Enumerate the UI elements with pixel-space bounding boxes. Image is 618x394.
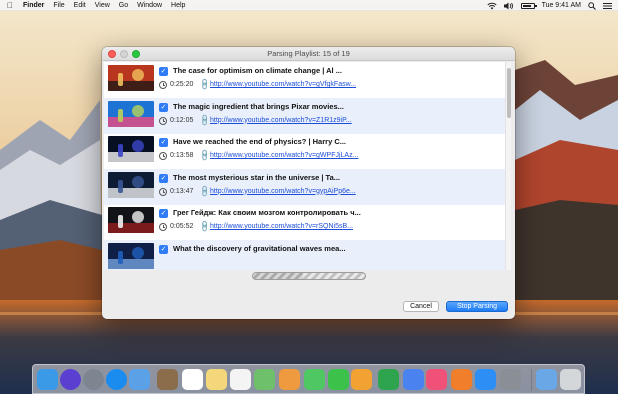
video-duration: 0:25:20 [170,81,194,88]
parsing-playlist-window: Parsing Playlist: 15 of 19 ✓ The case fo… [102,47,515,319]
cancel-button[interactable]: Cancel [403,301,439,312]
playlist-list[interactable]: ✓ The case for optimism on climate chang… [104,62,511,270]
video-url-link[interactable]: http://www.youtube.com/watch?v=gVfgkFasw… [210,81,356,88]
mail-icon[interactable] [129,369,150,390]
zoom-button[interactable] [132,50,140,58]
battery-icon[interactable] [520,2,537,9]
clock-icon [159,152,167,160]
clock-icon [159,116,167,125]
notes-pad-icon[interactable] [206,369,227,390]
include-checkbox[interactable]: ✓ [159,244,168,254]
playlist-row[interactable]: ✓ Have we reached the end of physics? | … [104,133,511,169]
video-title: The most mysterious star in the universe… [173,172,341,182]
playlist-row[interactable]: ✓ Грег Гейдж: Как своим мозгом контролир… [104,204,511,240]
music-icon[interactable] [426,369,447,390]
include-checkbox[interactable]: ✓ [159,67,168,76]
reminders-icon[interactable] [230,369,251,390]
menu-file[interactable]: File [53,0,64,11]
video-title: What the discovery of gravitational wave… [173,243,346,253]
app-store-icon[interactable] [475,369,496,390]
video-duration: 0:12:05 [170,116,194,124]
video-duration: 0:13:47 [170,187,194,195]
scrollbar-thumb[interactable] [507,68,511,118]
video-thumbnail [108,207,154,233]
volume-icon[interactable] [503,2,514,10]
menu-go[interactable]: Go [119,0,128,11]
calendar-icon[interactable] [182,369,203,390]
wifi-icon[interactable] [487,2,497,10]
playlist-row[interactable]: ✓ The magic ingredient that brings Pixar… [104,97,511,134]
video-thumbnail [108,242,154,269]
books-icon[interactable] [451,369,472,390]
video-thumbnail [108,65,154,91]
maps-icon[interactable] [254,369,275,390]
menu-bar-status: Tue 9:41 AM [480,0,612,11]
video-url-link[interactable]: http://www.youtube.com/watch?v=gWPFJjLAz… [210,152,358,159]
finder-icon[interactable] [37,369,58,390]
facetime-icon[interactable] [328,369,349,390]
video-thumbnail [108,136,154,162]
safari-icon[interactable] [106,369,127,390]
siri-icon[interactable] [60,369,81,390]
launchpad-icon[interactable] [83,369,104,390]
stop-parsing-button[interactable]: Stop Parsing [446,301,508,312]
include-checkbox[interactable]: ✓ [159,102,168,112]
video-title: Have we reached the end of physics? | Ha… [173,137,346,146]
photos-icon[interactable] [279,369,300,390]
apple-icon[interactable]:  [7,0,17,11]
menu-window[interactable]: Window [137,0,162,11]
parsing-progress-bar [252,272,366,280]
dock-separator [531,369,532,391]
window-titlebar[interactable]: Parsing Playlist: 15 of 19 [102,47,515,61]
notes-icon[interactable] [157,369,178,390]
playlist-row[interactable]: ✓ The most mysterious star in the univer… [104,168,511,205]
trash-icon[interactable] [560,369,581,390]
include-checkbox[interactable]: ✓ [159,173,168,183]
video-title: The case for optimism on climate change … [173,66,342,75]
playlist-row[interactable]: ✓ What the discovery of gravitational wa… [104,239,511,270]
video-thumbnail [108,171,154,198]
keynote-icon[interactable] [403,369,424,390]
downloads-folder-icon[interactable] [536,369,557,390]
video-thumbnail [108,100,154,127]
minimize-button[interactable] [120,50,128,58]
menu-edit[interactable]: Edit [74,0,86,11]
system-preferences-icon[interactable] [500,369,521,390]
pages-icon[interactable] [351,369,372,390]
battery-level-fill [522,4,532,7]
video-url-link[interactable]: http://www.youtube.com/watch?v=gypAiPp6e… [210,188,356,195]
menu-view[interactable]: View [95,0,110,11]
include-checkbox[interactable]: ✓ [159,138,168,147]
video-title: The magic ingredient that brings Pixar m… [173,101,344,111]
video-url-link[interactable]: http://www.youtube.com/watch?v=rSQNi5sB.… [210,223,353,230]
menu-bar-clock[interactable]: Tue 9:41 AM [542,0,581,11]
dock [32,364,585,394]
list-icon[interactable] [603,2,612,10]
menu-help[interactable]: Help [171,0,185,11]
clock-icon [159,223,167,231]
window-controls [108,50,144,58]
clock-icon [159,81,167,89]
messages-icon[interactable] [304,369,325,390]
video-title: Грег Гейдж: Как своим мозгом контролиров… [173,208,361,217]
menu-bar:  Finder File Edit View Go Window Help T… [0,0,618,11]
video-duration: 0:13:58 [170,152,194,159]
clock-icon [159,187,167,196]
search-icon[interactable] [588,1,596,10]
list-scrollbar[interactable] [505,62,511,270]
window-title: Parsing Playlist: 15 of 19 [267,49,350,58]
numbers-icon[interactable] [378,369,399,390]
close-button[interactable] [108,50,116,58]
video-duration: 0:05:52 [170,223,194,230]
menu-app-name[interactable]: Finder [23,0,44,11]
playlist-row[interactable]: ✓ The case for optimism on climate chang… [104,62,511,98]
video-url-link[interactable]: http://www.youtube.com/watch?v=Z1R1z9iP.… [210,117,352,124]
progress-bar-fill [253,273,304,279]
include-checkbox[interactable]: ✓ [159,209,168,218]
